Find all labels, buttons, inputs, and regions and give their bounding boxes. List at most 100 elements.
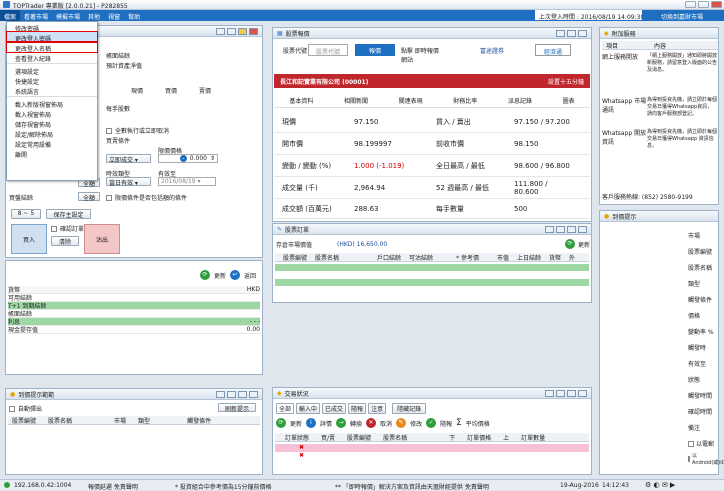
cancel-icon[interactable]: ✕: [366, 418, 377, 428]
expiry-type-select[interactable]: 當日有效 ▾: [106, 177, 151, 187]
close-icon[interactable]: [578, 29, 587, 37]
tray-icons[interactable]: ⚙ ◐ ✉ ▶: [645, 481, 675, 489]
menu-other[interactable]: 其他: [84, 10, 104, 21]
minimize-icon[interactable]: [567, 389, 576, 397]
close-icon[interactable]: [711, 1, 722, 8]
tab-dividend[interactable]: 派息記錄: [508, 96, 532, 105]
hide-records-button[interactable]: 隱藏記錄: [392, 403, 427, 414]
details-button[interactable]: 詳情: [320, 419, 332, 428]
minimize-icon[interactable]: [685, 1, 696, 8]
orders-refresh-button[interactable]: 更新: [290, 419, 302, 428]
auto-popup-checkbox[interactable]: [9, 405, 15, 412]
menu-item-change-login-name[interactable]: 更改登入名稱: [6, 41, 98, 53]
menu-item-change-password[interactable]: 修改密碼: [7, 22, 97, 33]
menu-help[interactable]: 幫助: [124, 10, 144, 21]
refresh-alert-button[interactable]: 刷新提示: [218, 403, 256, 413]
convert-button[interactable]: 轉換: [350, 419, 362, 428]
pin-icon[interactable]: [238, 27, 247, 35]
menu-item-load-layout[interactable]: 載入視窗佈局: [7, 108, 97, 119]
row-cancel-icon[interactable]: ✖: [275, 444, 304, 451]
cancel-button[interactable]: 取消: [380, 419, 392, 428]
refresh-icon[interactable]: ⟳: [564, 239, 575, 249]
email-checkbox[interactable]: [688, 440, 694, 447]
link-icon[interactable]: [216, 390, 225, 398]
spin-icon[interactable]: ⇕: [210, 155, 215, 162]
sell-button[interactable]: 沽出: [84, 224, 120, 254]
menu-item-lock-layout[interactable]: 設定/解除佈局: [7, 128, 97, 139]
sigma-icon[interactable]: Σ: [456, 418, 462, 428]
refresh-icon[interactable]: ⟳: [199, 270, 210, 280]
pin-icon[interactable]: [556, 389, 565, 397]
menu-market[interactable]: 看著市場: [20, 10, 52, 21]
tab-report[interactable]: 隨報: [348, 403, 367, 414]
refresh-icon[interactable]: ⟳: [276, 418, 286, 428]
report-icon[interactable]: ✓: [426, 418, 437, 428]
limit-price-input[interactable]: - 0.000 ⇕: [158, 154, 218, 163]
quote-button[interactable]: 報價: [355, 44, 395, 56]
menu-file[interactable]: 檔案: [0, 10, 21, 21]
brand-logo: 富途證券: [480, 48, 505, 55]
close-icon[interactable]: [578, 225, 587, 233]
pin-icon[interactable]: [556, 225, 565, 233]
tab-chart[interactable]: 圖表: [563, 96, 575, 105]
report-button[interactable]: 隨報: [440, 419, 452, 428]
mobile-checkbox[interactable]: [688, 456, 690, 462]
menu-item-change-login-password[interactable]: 更改登入密碼: [6, 31, 98, 43]
tab-filled[interactable]: 已成交: [322, 403, 347, 414]
menu-window[interactable]: 視窗: [104, 10, 124, 21]
menu-item-language[interactable]: 系統語言: [7, 85, 97, 96]
switch-market-link[interactable]: 切換到嘉財市場: [642, 10, 722, 21]
back-icon[interactable]: ↩: [229, 270, 240, 280]
price-filter-checkbox[interactable]: [106, 194, 112, 201]
maximize-icon[interactable]: [698, 1, 709, 8]
tab-ratios[interactable]: 財務比率: [453, 96, 477, 105]
menu-item-common-devices[interactable]: 設定常用設備: [7, 138, 97, 149]
close-icon[interactable]: [578, 389, 587, 397]
average-price-button[interactable]: 平均價格: [466, 419, 490, 428]
convert-icon[interactable]: →: [336, 418, 347, 428]
minus-icon[interactable]: -: [179, 155, 187, 162]
clear-button[interactable]: 清除: [51, 236, 79, 246]
menu-item-shortcuts[interactable]: 快捷設定: [7, 75, 97, 86]
menu-sim[interactable]: 模擬市場: [52, 10, 84, 21]
buy-button[interactable]: 買入: [11, 224, 47, 254]
tab-attention[interactable]: 注意: [368, 403, 387, 414]
minimize-icon[interactable]: [567, 29, 576, 37]
modify-button[interactable]: 修改: [410, 419, 422, 428]
link-icon[interactable]: [556, 29, 565, 37]
tab-all[interactable]: 全部: [276, 403, 295, 414]
menu-item-load-new-layout[interactable]: 載入新版視窗佈局: [7, 98, 97, 109]
all-amount-button-2[interactable]: 全額: [78, 192, 100, 202]
back-button[interactable]: 返回: [244, 271, 256, 280]
stock-code-input[interactable]: 股票代號: [308, 44, 348, 56]
save-settings-button[interactable]: 保存主設定: [46, 209, 91, 219]
details-icon[interactable]: i: [306, 418, 317, 428]
pin-icon[interactable]: [227, 390, 236, 398]
minimize-icon[interactable]: [238, 390, 247, 398]
minimize-icon[interactable]: [227, 27, 236, 35]
link-icon[interactable]: [545, 225, 554, 233]
refresh-button[interactable]: 更新: [214, 271, 226, 280]
menu-item-options[interactable]: 選項設定: [7, 65, 97, 76]
close-icon[interactable]: [249, 27, 258, 35]
row-cancel-icon[interactable]: ✖: [275, 452, 304, 459]
confirm-order-checkbox[interactable]: [51, 225, 57, 232]
menu-item-save-layout[interactable]: 儲存視窗佈局: [7, 118, 97, 129]
spread-button[interactable]: 8 ~ 5: [11, 209, 41, 219]
order-type-select[interactable]: 立即成交 ▾: [106, 154, 151, 164]
holdings-refresh-button[interactable]: 更新: [578, 240, 590, 249]
tab-pending[interactable]: 輸入中: [296, 403, 321, 414]
menu-item-login-history[interactable]: 查看登入紀錄: [7, 52, 97, 63]
link-icon[interactable]: [545, 389, 554, 397]
tab-related[interactable]: 關連表現: [399, 96, 423, 105]
link-icon[interactable]: [216, 27, 225, 35]
menu-item-exit[interactable]: 離開: [7, 148, 97, 159]
close-icon[interactable]: [249, 390, 258, 398]
volume-value: 2,964.94: [354, 183, 386, 192]
minimize-icon[interactable]: [567, 225, 576, 233]
expiry-date-input[interactable]: 2016/08/19 ▾: [158, 177, 216, 186]
all-or-none-checkbox[interactable]: [106, 127, 112, 134]
tab-basic[interactable]: 基本資料: [289, 96, 313, 105]
modify-icon[interactable]: ✎: [396, 418, 407, 428]
tab-news[interactable]: 相關新聞: [344, 96, 368, 105]
